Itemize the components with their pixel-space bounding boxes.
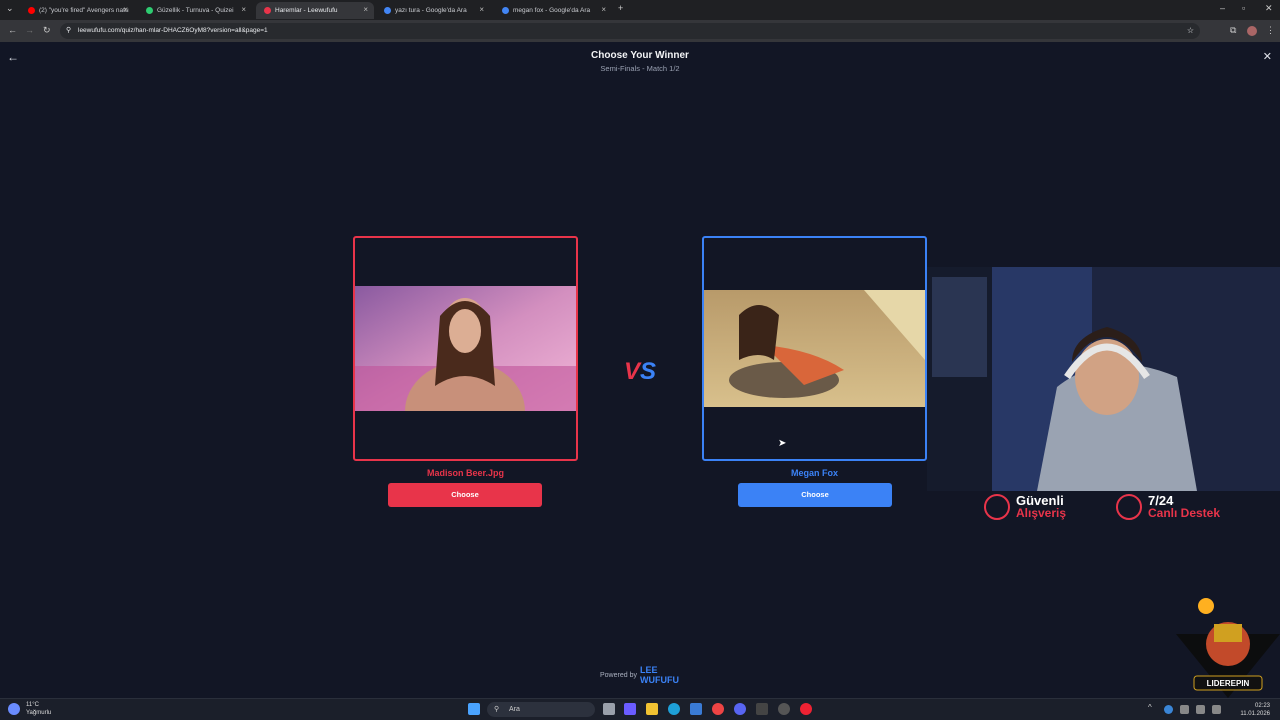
task-view-icon[interactable] xyxy=(603,703,615,715)
browser-tab-1[interactable]: (2) "you're fired" Avengers natu × xyxy=(20,2,134,19)
choose-left-button[interactable]: Choose xyxy=(388,483,542,507)
vs-label: VS xyxy=(623,358,657,385)
streamer-webcam xyxy=(927,267,1280,491)
secure-shopping-badge: Güvenli Alışveriş xyxy=(984,490,1066,524)
google-favicon-icon xyxy=(502,7,509,14)
madison-beer-photo xyxy=(355,286,576,411)
windows-taskbar: 11°C Yağmurlu ⚲ Ara ^ 02:23 11.01.2026 xyxy=(0,698,1280,720)
support-badge: 7/24 Canlı Destek xyxy=(1116,490,1220,524)
contestant-card-left[interactable] xyxy=(353,236,578,461)
file-explorer-icon[interactable] xyxy=(646,703,658,715)
volume-icon[interactable] xyxy=(1196,705,1205,714)
chrome-icon[interactable] xyxy=(712,703,724,715)
search-icon: ⚲ xyxy=(494,706,500,713)
browser-tab-4[interactable]: yazı tura - Google'da Ara × xyxy=(376,2,490,19)
weather-icon[interactable] xyxy=(8,703,20,715)
bookmark-star-icon[interactable]: ☆ xyxy=(1187,23,1194,39)
app-icon[interactable] xyxy=(756,703,768,715)
reload-icon[interactable]: ↻ xyxy=(43,25,51,36)
browser-tab-2[interactable]: Güzellik - Turnuva - Quizei × xyxy=(138,2,252,19)
edge-icon[interactable] xyxy=(668,703,680,715)
network-icon[interactable] xyxy=(1180,705,1189,714)
browser-tab-5[interactable]: megan fox - Google'da Ara × xyxy=(494,2,612,19)
obs-record-icon[interactable] xyxy=(800,703,812,715)
close-tab-icon[interactable]: × xyxy=(363,5,368,14)
minimize-icon[interactable]: – xyxy=(1220,3,1225,13)
liderepin-mascot-logo: LIDEREPIN xyxy=(1176,598,1280,698)
youtube-favicon-icon xyxy=(28,7,35,14)
notification-icon[interactable] xyxy=(1212,705,1221,714)
discord-icon[interactable] xyxy=(734,703,746,715)
extensions-icon[interactable]: ⧉ xyxy=(1230,25,1236,36)
forward-nav-icon[interactable]: → xyxy=(25,25,34,35)
copilot-icon[interactable] xyxy=(624,703,636,715)
maximize-icon[interactable]: ▫ xyxy=(1242,3,1245,13)
taskbar-search[interactable]: ⚲ Ara xyxy=(487,702,595,717)
new-tab-icon[interactable]: + xyxy=(618,3,623,13)
taskbar-clock[interactable]: 02:23 11.01.2026 xyxy=(1240,702,1270,718)
close-tab-icon[interactable]: × xyxy=(241,5,246,14)
close-tab-icon[interactable]: × xyxy=(601,5,606,14)
store-icon[interactable] xyxy=(690,703,702,715)
weather-widget[interactable]: 11°C Yağmurlu xyxy=(26,701,51,717)
tab-search-icon[interactable]: ⌄ xyxy=(6,3,14,14)
browser-tab-3-active[interactable]: Haremlar - Leewufufu × xyxy=(256,2,374,19)
powered-by-text: Powered by xyxy=(600,672,637,679)
steam-icon[interactable] xyxy=(778,703,790,715)
contestant-name-right: Megan Fox xyxy=(790,468,838,478)
streamer-webcam-image xyxy=(927,267,1280,491)
close-tab-icon[interactable]: × xyxy=(479,5,484,14)
megan-fox-photo xyxy=(704,290,925,407)
quiz-favicon-icon xyxy=(146,7,153,14)
url-field[interactable]: ⚲ leewufufu.com/quiz/han-mlar-DHACZ6OyM8… xyxy=(60,23,1200,39)
leewufufu-logo[interactable]: LEE WUFUFU xyxy=(640,665,680,687)
close-tab-icon[interactable]: × xyxy=(123,5,128,14)
windows-start-icon[interactable] xyxy=(468,703,480,715)
browser-tab-strip: ⌄ (2) "you're fired" Avengers natu × Güze… xyxy=(0,0,1280,20)
site-info-icon[interactable]: ⚲ xyxy=(66,23,71,39)
google-favicon-icon xyxy=(384,7,391,14)
profile-avatar-icon[interactable] xyxy=(1247,26,1257,36)
secure-cart-icon xyxy=(984,494,1010,520)
contestant-card-right[interactable]: ➤ xyxy=(702,236,927,461)
browser-toolbar: ← → ↻ ⚲ leewufufu.com/quiz/han-mlar-DHAC… xyxy=(0,20,1280,42)
close-window-icon[interactable]: ✕ xyxy=(1265,3,1273,14)
tray-chevron-icon[interactable]: ^ xyxy=(1148,703,1160,715)
contestant-name-left: Madison Beer.Jpg xyxy=(426,468,505,478)
menu-dots-icon[interactable]: ⋮ xyxy=(1266,25,1275,36)
tray-app-icon[interactable] xyxy=(1164,705,1173,714)
support-headset-icon xyxy=(1116,494,1142,520)
leewufufu-favicon-icon xyxy=(264,7,271,14)
mouse-cursor-icon: ➤ xyxy=(778,438,787,449)
back-nav-icon[interactable]: ← xyxy=(8,25,17,35)
page-title: Choose Your Winner xyxy=(591,50,689,61)
match-subtitle: Semi-Finals - Match 1/2 xyxy=(600,64,680,73)
svg-text:LIDEREPIN: LIDEREPIN xyxy=(1207,679,1250,688)
choose-right-button[interactable]: Choose xyxy=(738,483,892,507)
